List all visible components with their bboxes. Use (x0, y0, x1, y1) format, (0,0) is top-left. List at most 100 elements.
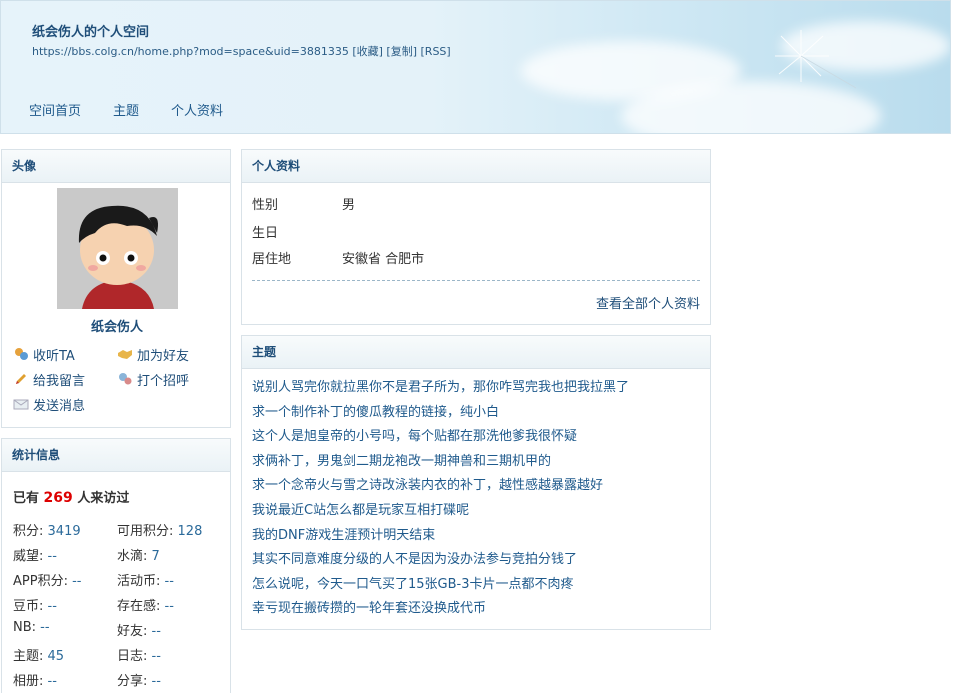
stat-item: 主题: 45 (13, 645, 117, 664)
stat-label: 存在感: (117, 599, 161, 614)
send-message-label: 发送消息 (33, 398, 86, 414)
profile-row-residence: 居住地 安徽省 合肥市 (252, 248, 424, 267)
stat-label: 积分: (13, 524, 44, 539)
topic-link[interactable]: 说别人骂完你就拉黑你不是君子所为，那你咋骂完我也把我拉黑了 (252, 376, 629, 401)
space-url: https://bbs.colg.cn/home.php?mod=space&u… (32, 43, 451, 59)
stat-value: 128 (177, 524, 203, 539)
avatar[interactable] (57, 188, 178, 309)
profile-divider (252, 280, 700, 281)
topic-link[interactable]: 这个人是旭皇帝的小号吗，每个贴都在那洗他爹我很怀疑 (252, 425, 629, 450)
follow-button[interactable]: 收听TA (13, 345, 117, 364)
space-url-text: https://bbs.colg.cn/home.php?mod=space&u… (32, 45, 349, 58)
stat-item: NB: -- (13, 620, 117, 638)
topics-box: 主题 说别人骂完你就拉黑你不是君子所为，那你咋骂完我也把我拉黑了 求一个制作补丁的… (241, 335, 711, 630)
stat-item: 可用积分: 128 (117, 520, 227, 539)
stat-label: 水滴: (117, 549, 148, 564)
stat-item: 豆币: -- (13, 595, 117, 614)
visit-count-line: 已有 269 人来访过 (13, 487, 129, 506)
stat-value: -- (47, 599, 57, 614)
stat-value: 3419 (47, 524, 81, 539)
topics-box-title: 主题 (242, 336, 710, 369)
topic-link[interactable]: 我的DNF游戏生涯预计明天结束 (252, 524, 629, 549)
topic-link[interactable]: 求一个制作补丁的傻瓜教程的链接，纯小白 (252, 401, 629, 426)
visit-count: 269 (43, 490, 73, 506)
send-message-button[interactable]: 发送消息 (13, 395, 117, 414)
space-nav: 空间首页 主题 个人资料 (29, 100, 223, 119)
avatar-box-title: 头像 (2, 150, 230, 183)
stat-label: 好友: (117, 624, 148, 639)
stat-label: 活动币: (117, 574, 161, 589)
stats-grid: 积分: 3419 可用积分: 128 威望: -- 水滴: 7 APP积分: -- 活动币… (13, 520, 227, 689)
stat-item: 存在感: -- (117, 595, 227, 614)
copy-link[interactable]: [复制] (386, 45, 417, 58)
stat-value: 7 (151, 549, 160, 564)
follow-icon (15, 348, 28, 360)
stat-item: 分享: -- (117, 670, 227, 689)
add-friend-label: 加为好友 (137, 348, 190, 364)
topic-link[interactable]: 幸亏现在搬砖攒的一轮年套还没换成代币 (252, 597, 629, 622)
envelope-icon (13, 399, 29, 410)
stat-item: 活动币: -- (117, 570, 227, 589)
stat-label: 分享: (117, 674, 148, 689)
stat-value: -- (164, 599, 174, 614)
stat-value: -- (164, 574, 174, 589)
stat-label: APP积分: (13, 574, 68, 589)
greet-label: 打个招呼 (137, 373, 190, 389)
topic-link[interactable]: 其实不同意难度分级的人不是因为没办法参与竞拍分钱了 (252, 548, 629, 573)
stat-value: -- (151, 624, 161, 639)
stat-label: NB: (13, 620, 37, 635)
stat-value: -- (47, 549, 57, 564)
topic-link[interactable]: 我说最近C站怎么都是玩家互相打碟呢 (252, 499, 629, 524)
avatar-box: 头像 纸会伤人 收听TA 加为好友 给我留言 打个招呼 发送消息 (1, 149, 231, 428)
stat-label: 主题: (13, 649, 44, 664)
username[interactable]: 纸会伤人 (2, 316, 232, 335)
add-friend-button[interactable]: 加为好友 (117, 345, 221, 364)
stat-value: -- (72, 574, 82, 589)
stat-label: 相册: (13, 674, 44, 689)
topic-link[interactable]: 怎么说呢，今天一口气买了15张GB-3卡片一点都不肉疼 (252, 573, 629, 598)
favorite-link[interactable]: [收藏] (352, 45, 383, 58)
profile-value: 安徽省 合肥市 (342, 252, 425, 267)
follow-label: 收听TA (33, 348, 75, 364)
handshake-icon (118, 350, 132, 359)
view-all-profile-link[interactable]: 查看全部个人资料 (596, 293, 700, 312)
space-header: 纸会伤人的个人空间 https://bbs.colg.cn/home.php?m… (0, 0, 951, 134)
stat-item: 水滴: 7 (117, 545, 227, 564)
dandelion-icon (775, 30, 857, 89)
pencil-icon (16, 374, 26, 384)
stat-item: 威望: -- (13, 545, 117, 564)
stat-label: 威望: (13, 549, 44, 564)
topic-link[interactable]: 求俩补丁，男鬼剑二期龙袍改一期神兽和三期机甲的 (252, 450, 629, 475)
user-actions: 收听TA 加为好友 给我留言 打个招呼 发送消息 (13, 345, 223, 414)
stat-item: 日志: -- (117, 645, 227, 664)
stat-value: 45 (47, 649, 65, 664)
profile-label: 生日 (252, 226, 279, 241)
nav-space-home[interactable]: 空间首页 (29, 100, 81, 119)
topics-list: 说别人骂完你就拉黑你不是君子所为，那你咋骂完我也把我拉黑了 求一个制作补丁的傻瓜教… (252, 376, 629, 622)
leave-message-label: 给我留言 (33, 373, 86, 389)
rss-link[interactable]: [RSS] (421, 45, 451, 58)
visit-suffix: 人来访过 (77, 491, 130, 506)
greet-button[interactable]: 打个招呼 (117, 370, 221, 389)
stats-box-title: 统计信息 (2, 439, 230, 472)
nav-topics[interactable]: 主题 (113, 100, 139, 119)
topic-link[interactable]: 求一个念帝火与雪之诗改泳装内衣的补丁，越性感越暴露越好 (252, 474, 629, 499)
profile-box-title: 个人资料 (242, 150, 710, 183)
stat-item: 相册: -- (13, 670, 117, 689)
stat-value: -- (151, 674, 161, 689)
stat-item: 积分: 3419 (13, 520, 117, 539)
space-title[interactable]: 纸会伤人的个人空间 (32, 21, 149, 40)
leave-message-button[interactable]: 给我留言 (13, 370, 117, 389)
stat-label: 可用积分: (117, 524, 174, 539)
stat-label: 豆币: (13, 599, 44, 614)
profile-row-gender: 性别 男 (252, 194, 355, 213)
nav-profile[interactable]: 个人资料 (171, 100, 223, 119)
stat-value: -- (40, 620, 50, 635)
profile-label: 居住地 (252, 252, 292, 267)
profile-label: 性别 (252, 198, 279, 213)
stat-item: APP积分: -- (13, 570, 117, 589)
profile-box: 个人资料 性别 男 生日 居住地 安徽省 合肥市 查看全部个人资料 (241, 149, 711, 325)
stat-item: 好友: -- (117, 620, 227, 639)
greet-icon (119, 373, 132, 385)
visit-prefix: 已有 (13, 491, 40, 506)
